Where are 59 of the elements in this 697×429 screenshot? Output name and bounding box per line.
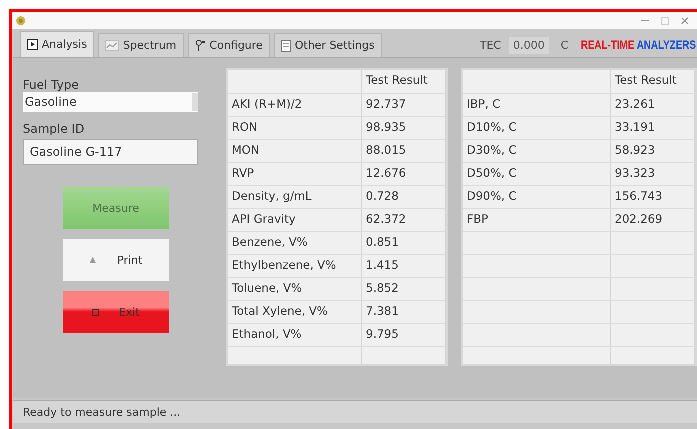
table-cell: Ethanol, V%	[228, 324, 362, 346]
table-cell: 7.381	[362, 301, 446, 323]
play-icon	[27, 39, 38, 50]
table-cell: 0.851	[362, 232, 446, 254]
table-cell: IBP, C	[463, 94, 611, 116]
app-icon	[16, 16, 26, 26]
table-cell: 202.269	[611, 209, 695, 231]
chart-icon	[105, 40, 120, 51]
tec-value: 0.000	[509, 36, 549, 54]
tab[interactable]: Configure	[188, 33, 270, 57]
maximize-icon[interactable]	[661, 16, 669, 24]
column-header: Test Result	[362, 70, 446, 93]
table-cell: Ethylbenzene, V%	[228, 255, 362, 277]
table-cell: RON	[228, 117, 362, 139]
table-cell: FBP	[463, 209, 611, 231]
column-header: Test Result	[611, 70, 695, 93]
field-label: Fuel Type	[23, 78, 79, 92]
table-cell: AKI (R+M)/2	[228, 94, 362, 116]
tec-unit: C	[560, 38, 569, 52]
table-cell: 156.743	[611, 186, 695, 208]
table-cell: 33.191	[611, 117, 695, 139]
table-cell: D50%, C	[463, 163, 611, 185]
table-cell: 12.676	[362, 163, 446, 185]
table-cell: D10%, C	[463, 117, 611, 139]
table-cell: 98.935	[362, 117, 446, 139]
table-cell: Density, g/mL	[228, 186, 362, 208]
table-cell: 23.261	[611, 94, 695, 116]
table-cell: Toluene, V%	[228, 278, 362, 300]
close-icon[interactable]	[681, 16, 689, 24]
table-cell: 62.372	[362, 209, 446, 231]
fuel-type-dropdown[interactable]: Gasoline	[23, 92, 198, 112]
table-cell: RVP	[228, 163, 362, 185]
table-cell: 58.923	[611, 140, 695, 162]
table-cell: 0.728	[362, 186, 446, 208]
table-cell: 93.323	[611, 163, 695, 185]
table-cell: API Gravity	[228, 209, 362, 231]
table-cell: 9.795	[362, 324, 446, 346]
table-cell: Total Xylene, V%	[228, 301, 362, 323]
document-icon	[280, 40, 291, 52]
sample-id-field[interactable]: Gasoline G-117	[23, 139, 198, 165]
tec-label: TEC	[480, 38, 502, 52]
square-icon	[92, 308, 100, 316]
logo: REAL-TIME ANALYZERS	[580, 38, 696, 52]
field-label: Sample ID	[23, 122, 85, 136]
table-cell: 88.015	[362, 140, 446, 162]
table-cell: D90%, C	[463, 186, 611, 208]
print-button[interactable]: Print	[63, 239, 169, 281]
table-cell: MON	[228, 140, 362, 162]
tab[interactable]: Analysis	[20, 31, 94, 57]
status-text: Ready to measure sample ...	[23, 406, 181, 418]
tab[interactable]: Other Settings	[274, 33, 382, 57]
tab[interactable]: Spectrum	[98, 33, 184, 57]
triangle-icon	[89, 256, 98, 264]
table-cell: Benzene, V%	[228, 232, 362, 254]
table-cell: 92.737	[362, 94, 446, 116]
table-cell: D30%, C	[463, 140, 611, 162]
key-icon	[194, 40, 206, 52]
table-cell: 1.415	[362, 255, 446, 277]
table-cell: 5.852	[362, 278, 446, 300]
